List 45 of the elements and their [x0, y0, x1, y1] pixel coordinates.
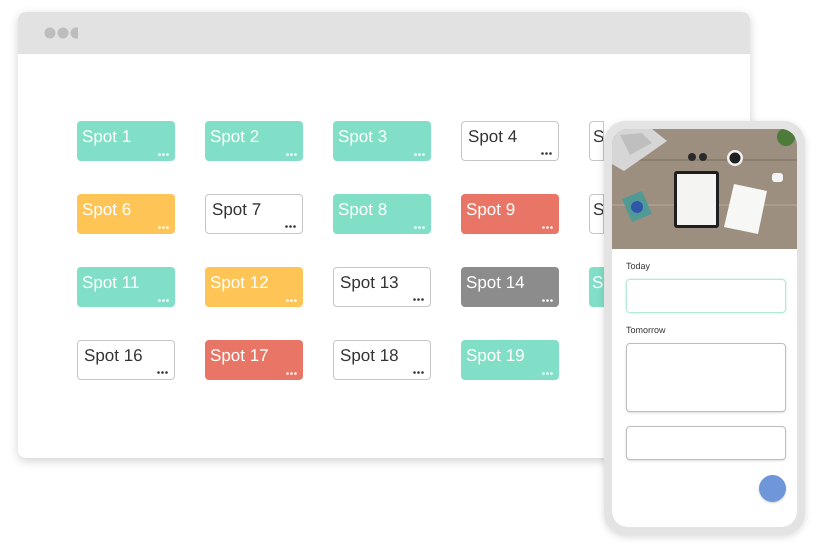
spot-label: Spot 16 — [84, 346, 143, 365]
spot-label: Spot 7 — [212, 200, 262, 219]
round-action-button[interactable] — [759, 475, 786, 502]
more-icon[interactable] — [157, 371, 168, 374]
spot-card[interactable]: Spot 6 — [77, 194, 175, 234]
text-area[interactable] — [626, 343, 786, 412]
spot-card[interactable]: Spot 11 — [77, 267, 175, 307]
more-icon[interactable] — [541, 152, 552, 155]
spot-label: Spot 18 — [340, 346, 399, 365]
spot-card[interactable]: Spot 8 — [333, 194, 431, 234]
spot-card[interactable]: Spot 7 — [205, 194, 303, 234]
spot-card[interactable]: Spot 9 — [461, 194, 559, 234]
spot-label: Spot 9 — [466, 200, 516, 219]
more-icon[interactable] — [285, 225, 296, 228]
spot-label: Spot 1 — [82, 127, 132, 146]
spot-label: Spot 14 — [466, 273, 525, 292]
spot-label: S — [592, 273, 604, 292]
input-field[interactable] — [626, 426, 786, 460]
spot-label: Spot 2 — [210, 127, 260, 146]
spot-label: Spot 12 — [210, 273, 269, 292]
spot-label: Spot 8 — [338, 200, 388, 219]
spot-label: Spot 4 — [468, 127, 518, 146]
spot-label: Spot 17 — [210, 346, 269, 365]
field-label: Today — [626, 261, 652, 272]
spot-card[interactable]: Spot 17 — [205, 340, 303, 380]
spot-card[interactable]: S — [589, 267, 604, 307]
spot-label: Spot 3 — [338, 127, 388, 146]
spot-card[interactable]: Spot 16 — [77, 340, 175, 380]
spot-card[interactable]: Spot 3 — [333, 121, 431, 161]
spot-label: Spot 6 — [82, 200, 132, 219]
spot-card[interactable]: Spot 1 — [77, 121, 175, 161]
more-icon[interactable] — [413, 298, 424, 301]
spot-card[interactable]: Spot 4 — [461, 121, 559, 161]
field-label: Tomorrow — [626, 325, 667, 336]
spot-label: Spot 11 — [82, 273, 140, 292]
more-icon[interactable] — [413, 371, 424, 374]
spot-card[interactable]: Spot 13 — [333, 267, 431, 307]
spot-card[interactable]: Spot 14 — [461, 267, 559, 307]
spot-card[interactable]: Spot 18 — [333, 340, 431, 380]
spot-card[interactable]: Spot 12 — [205, 267, 303, 307]
input-field[interactable] — [626, 279, 786, 313]
spot-card[interactable]: Spot 19 — [461, 340, 559, 380]
spot-card[interactable]: Spot 2 — [205, 121, 303, 161]
spot-label: Spot 19 — [466, 346, 525, 365]
spot-label: Spot 13 — [340, 273, 399, 292]
